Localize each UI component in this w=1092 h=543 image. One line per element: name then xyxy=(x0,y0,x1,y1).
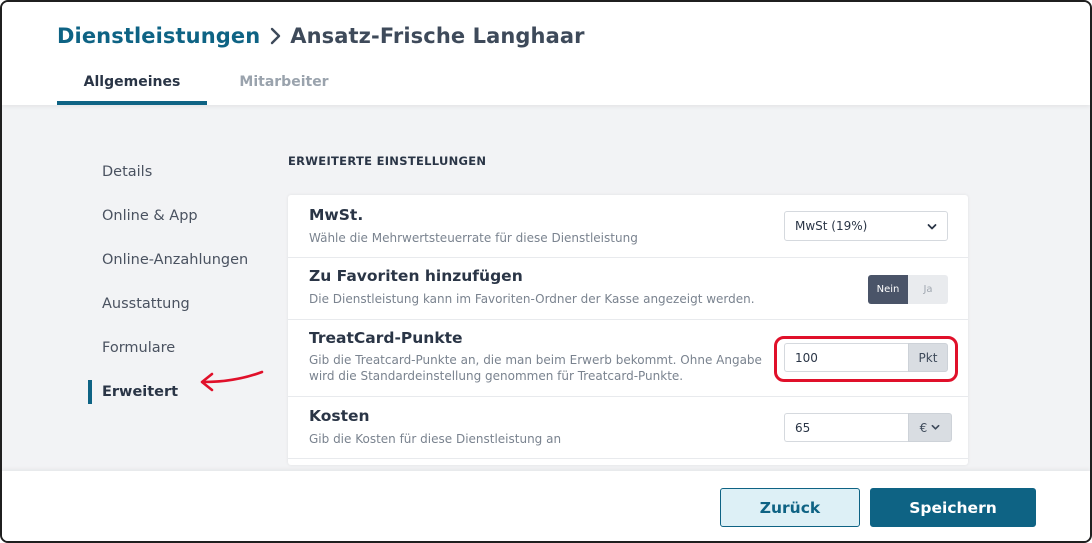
tab-mitarbeiter[interactable]: Mitarbeiter xyxy=(209,74,359,105)
back-button[interactable]: Zurück xyxy=(720,488,860,527)
treatcard-unit-addon: Pkt xyxy=(908,343,948,372)
mwst-select[interactable]: MwSt (19%) xyxy=(784,211,948,241)
setting-row-treatcard: TreatCard-Punkte Gib die Treatcard-Punkt… xyxy=(288,320,968,397)
save-button[interactable]: Speichern xyxy=(870,488,1036,527)
setting-row-favoriten: Zu Favoriten hinzufügen Die Dienstleistu… xyxy=(288,258,968,320)
mwst-description: Wähle die Mehrwertsteuerrate für diese D… xyxy=(309,231,638,245)
app-window: Dienstleistungen Ansatz-Frische Langhaar… xyxy=(0,0,1092,543)
currency-select[interactable]: € xyxy=(908,413,952,442)
settings-card: MwSt. Wähle die Mehrwertsteuerrate für d… xyxy=(288,195,968,465)
favoriten-description: Die Dienstleistung kann im Favoriten-Ord… xyxy=(309,292,755,306)
favoriten-option-nein[interactable]: Nein xyxy=(868,275,908,304)
kosten-title: Kosten xyxy=(309,407,370,425)
chevron-down-icon xyxy=(931,423,940,432)
kosten-description: Gib die Kosten für diese Dienstleistung … xyxy=(309,432,562,446)
treatcard-title: TreatCard-Punkte xyxy=(309,329,463,347)
footer-bar: Zurück Speichern xyxy=(2,471,1090,541)
tab-allgemeines[interactable]: Allgemeines xyxy=(57,74,207,105)
page-title: Ansatz-Frische Langhaar xyxy=(290,24,585,48)
treatcard-points-input[interactable]: 100 xyxy=(784,343,908,372)
kosten-input-group: 65 € xyxy=(784,413,952,442)
page-header: Dienstleistungen Ansatz-Frische Langhaar… xyxy=(2,2,1090,105)
sidenav-item-online-anzahlungen[interactable]: Online-Anzahlungen xyxy=(88,238,268,282)
currency-symbol: € xyxy=(919,420,928,435)
sidenav-item-online-app[interactable]: Online & App xyxy=(88,194,268,238)
favoriten-title: Zu Favoriten hinzufügen xyxy=(309,267,523,285)
sidenav-item-formulare[interactable]: Formulare xyxy=(88,326,268,370)
breadcrumb: Dienstleistungen Ansatz-Frische Langhaar xyxy=(57,24,585,48)
treatcard-input-group: 100 Pkt xyxy=(784,343,948,372)
mwst-title: MwSt. xyxy=(309,206,364,224)
chevron-right-icon xyxy=(269,27,281,45)
sidenav-item-details[interactable]: Details xyxy=(88,150,268,194)
favoriten-toggle: Nein Ja xyxy=(868,275,948,304)
kosten-input[interactable]: 65 xyxy=(784,413,908,442)
setting-row-kosten: Kosten Gib die Kosten für diese Dienstle… xyxy=(288,397,968,459)
chevron-down-icon xyxy=(927,221,937,235)
setting-row-mwst: MwSt. Wähle die Mehrwertsteuerrate für d… xyxy=(288,195,968,258)
red-arrow-icon xyxy=(196,366,266,400)
breadcrumb-parent-link[interactable]: Dienstleistungen xyxy=(57,24,260,48)
favoriten-option-ja[interactable]: Ja xyxy=(908,275,948,304)
sidenav-item-ausstattung[interactable]: Ausstattung xyxy=(88,282,268,326)
section-title: ERWEITERTE EINSTELLUNGEN xyxy=(288,154,487,168)
tab-bar: Allgemeines Mitarbeiter xyxy=(57,74,359,105)
treatcard-description: Gib die Treatcard-Punkte an, die man bei… xyxy=(309,353,762,383)
mwst-select-value: MwSt (19%) xyxy=(795,219,868,233)
